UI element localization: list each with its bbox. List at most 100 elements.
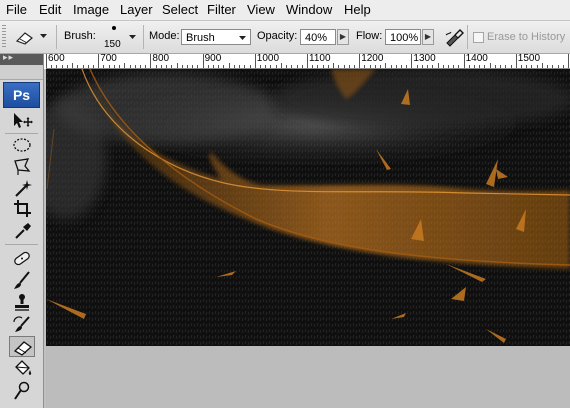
horizontal-ruler[interactable]: 6007008009001000110012001300140015001600	[44, 54, 570, 69]
ruler-label: 700	[100, 54, 117, 64]
ruler-tick	[113, 65, 115, 68]
elliptical-marquee-icon	[13, 138, 31, 152]
flow-input[interactable]: 100%	[385, 29, 421, 45]
erase-to-history-checkbox[interactable]	[473, 32, 484, 43]
move-tool[interactable]	[9, 110, 35, 131]
opacity-label: Opacity:	[257, 30, 298, 42]
dodge-icon	[14, 381, 30, 400]
toolbox-header[interactable]: ▸▸	[0, 52, 43, 65]
ruler-tick	[333, 63, 335, 68]
menu-filter[interactable]: Filter	[207, 2, 236, 17]
ruler-tick	[515, 54, 517, 68]
ruler-tick	[400, 65, 402, 68]
ruler-tick	[374, 65, 376, 68]
tool-separator	[5, 244, 38, 245]
ruler-label: 1300	[413, 54, 436, 64]
separator	[467, 25, 468, 49]
ruler-tick	[568, 54, 569, 68]
ruler-tick	[505, 65, 507, 68]
toolbox-grip: ▸▸	[3, 52, 15, 62]
eraser-icon	[15, 32, 33, 45]
ruler-tick	[160, 65, 162, 68]
magic-wand-tool[interactable]	[9, 178, 35, 199]
ruler-tick	[547, 65, 549, 68]
ruler-tick	[458, 65, 460, 68]
ruler-tick	[380, 65, 382, 68]
ruler-tick	[521, 65, 523, 68]
ruler-tick	[479, 65, 481, 68]
ruler-tick	[139, 65, 141, 68]
ruler-tick	[280, 63, 282, 68]
ruler-tick	[536, 65, 538, 68]
ruler-tick	[176, 63, 178, 68]
ruler-tick	[437, 63, 439, 68]
ruler-tick	[192, 65, 194, 68]
marquee-tool[interactable]	[9, 134, 35, 155]
clone-stamp-tool[interactable]	[9, 292, 35, 313]
brush-tool[interactable]	[9, 270, 35, 291]
tool-preset-picker[interactable]	[14, 27, 50, 47]
menu-edit[interactable]: Edit	[39, 2, 61, 17]
menu-window[interactable]: Window	[286, 2, 332, 17]
photoshop-logo[interactable]: Ps	[3, 82, 40, 108]
mode-select-value: Brush	[186, 32, 215, 44]
ruler-tick	[103, 65, 105, 68]
ruler-corner[interactable]	[44, 54, 46, 69]
healing-brush-tool[interactable]	[9, 248, 35, 269]
menu-file[interactable]: File	[6, 2, 27, 17]
ruler-tick	[531, 65, 533, 68]
ruler-label: 800	[152, 54, 170, 64]
ruler-tick	[322, 65, 324, 68]
menu-help[interactable]: Help	[344, 2, 371, 17]
ruler-tick	[56, 65, 58, 68]
ruler-tick	[98, 54, 100, 68]
brush-label: Brush:	[64, 30, 96, 42]
toolbox-collapse[interactable]	[0, 65, 43, 80]
menu-select[interactable]: Select	[162, 2, 198, 17]
brush-size-value: 150	[104, 39, 121, 50]
ruler-tick	[552, 65, 554, 68]
ruler-tick	[239, 65, 241, 68]
menu-bar: File Edit Image Layer Select Filter View…	[0, 0, 570, 21]
ruler-tick	[432, 65, 434, 68]
airbrush-toggle[interactable]	[443, 26, 465, 48]
ruler-tick	[286, 65, 288, 68]
ruler-tick	[395, 65, 397, 68]
ruler-tick	[186, 65, 188, 68]
polygonal-lasso-icon	[14, 158, 31, 175]
menu-image[interactable]: Image	[73, 2, 109, 17]
ruler-tick	[223, 65, 225, 68]
ruler-label: 900	[204, 54, 222, 64]
ruler-tick	[411, 54, 413, 68]
ruler-tick	[249, 65, 251, 68]
ruler-tick	[327, 65, 329, 68]
ruler-tick	[416, 65, 418, 68]
opacity-input[interactable]: 40%	[300, 29, 336, 45]
toolbox: ▸▸ Ps	[0, 52, 44, 408]
ruler-tick	[228, 63, 230, 68]
ruler-tick	[296, 65, 298, 68]
lasso-tool[interactable]	[9, 156, 35, 177]
flow-slider-button[interactable]: ▶	[422, 29, 434, 45]
options-bar: Brush: 150 Mode: Brush Opacity: 40% ▶ Fl…	[0, 21, 570, 54]
menu-layer[interactable]: Layer	[120, 2, 153, 17]
ruler-tick	[317, 65, 319, 68]
ruler-tick	[129, 65, 131, 68]
ruler-tick	[510, 65, 512, 68]
ruler-tick	[108, 65, 110, 68]
opacity-slider-button[interactable]: ▶	[337, 29, 349, 45]
ruler-tick	[260, 65, 262, 68]
document-canvas[interactable]	[46, 69, 570, 346]
paint-bucket-tool[interactable]	[9, 358, 35, 379]
crop-tool[interactable]	[9, 198, 35, 219]
dodge-tool[interactable]	[9, 380, 35, 401]
brush-picker[interactable]: 150	[100, 24, 140, 52]
ruler-label: 1100	[309, 54, 331, 64]
menu-view[interactable]: View	[247, 2, 275, 17]
eyedropper-tool[interactable]	[9, 220, 35, 241]
history-brush-tool[interactable]	[9, 314, 35, 335]
ruler-tick	[301, 65, 303, 68]
mode-select[interactable]: Brush	[181, 29, 251, 45]
options-bar-grip[interactable]	[2, 25, 6, 49]
eraser-tool[interactable]	[9, 336, 35, 357]
